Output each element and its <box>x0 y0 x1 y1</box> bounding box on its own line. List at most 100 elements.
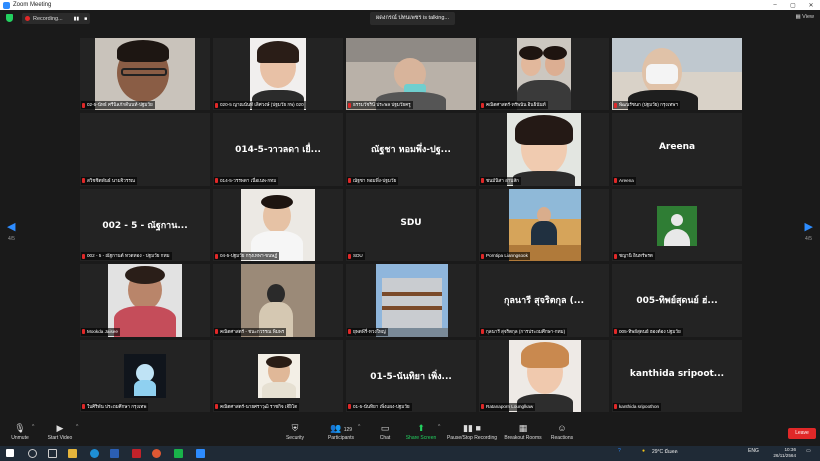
search-icon[interactable] <box>28 449 37 458</box>
participant-name-label: ยุพดพีรี่-ทวงใหญ่ <box>347 327 388 336</box>
minimize-button[interactable]: – <box>766 2 784 9</box>
participant-name-label: 014-5-วรรพดา เนื่อเนพ-กทม <box>214 176 279 185</box>
share-options-caret-icon[interactable]: ^ <box>438 424 440 430</box>
muted-mic-icon <box>614 102 617 108</box>
pause-recording-icon[interactable]: ▮▮ <box>74 16 80 22</box>
participant-name-label: 002 - 5 - ณัฐกานต์ ทวดทอง - ปฐมวัย กทม <box>81 252 172 261</box>
start-video-button[interactable]: ▶ Start Video <box>44 423 76 441</box>
participant-display-name: SDU <box>400 217 422 228</box>
participant-video <box>612 38 742 111</box>
muted-mic-icon <box>215 102 218 108</box>
muted-mic-icon <box>82 102 85 108</box>
participant-video <box>507 113 581 186</box>
participants-button[interactable]: 👥 129 Participants <box>324 423 358 441</box>
participant-tile[interactable]: คณิตศาสตร์-นายศราวุฒิ ราชกิจ เจ๊ยิโต <box>213 339 343 412</box>
breakout-rooms-button[interactable]: ▦ Breakout Rooms <box>503 423 543 441</box>
close-button[interactable]: ✕ <box>802 2 820 9</box>
participants-icon: 👥 129 <box>329 423 353 433</box>
meeting-toolbar: 🎙 Unmute ^ ▶ Start Video ^ ⛨ Security 👥 129… <box>0 420 820 446</box>
participant-name-label: Ratanaporn Lounglkaw <box>480 402 536 411</box>
participant-tile[interactable]: ชญานิ อินทร์พรต <box>612 188 742 262</box>
leave-button[interactable]: Leave <box>788 428 816 439</box>
participant-tile[interactable]: ณัฐชา หอมพึ่ง-ปฐ... ณัฐชา หอมพึ่ง-ปฐมวัย <box>346 113 476 186</box>
language-indicator[interactable]: ENG <box>748 448 759 454</box>
participant-tile[interactable]: 002 - 5 - ณัฐกาน... 002 - 5 - ณัฐกานต์ ท… <box>80 188 210 262</box>
participant-tile[interactable]: Porntipa Lianngsook <box>479 188 609 262</box>
participant-video <box>509 188 581 262</box>
participant-tile[interactable]: ใบศิริพัน ประถมศึกษา กรุงเทพ <box>80 339 210 412</box>
video-options-caret-icon[interactable]: ^ <box>76 424 78 430</box>
participant-video <box>346 38 476 111</box>
pause-stop-recording-button[interactable]: ▮▮ ■ Pause/Stop Recording <box>446 423 498 441</box>
task-view-icon[interactable] <box>48 449 57 458</box>
meeting-topbar: Recording... ▮▮ ■ ผดงกรณ์ ปทนเพชร is tal… <box>0 10 820 28</box>
participant-name-label: Mookda Jaisee <box>81 327 120 336</box>
zoom-taskbar-icon[interactable] <box>196 449 205 458</box>
word-icon[interactable] <box>110 449 119 458</box>
participant-tile[interactable]: 04-5-ปฐมวัย กรุงเทพฯ-ขนษฏ์ <box>213 188 343 262</box>
participant-tile[interactable]: 01-5-นันทิยา เพิ่ง... 01-5-นันทิยา เพิ่ง… <box>346 339 476 412</box>
participant-tile[interactable]: สวิชชิตพันธ์ นามจิวรรณ <box>80 113 210 186</box>
stop-recording-icon[interactable]: ■ <box>84 16 87 22</box>
encryption-shield-icon[interactable] <box>6 14 13 22</box>
participant-tile[interactable]: kanthida sripoot... kanthida sripoothon <box>612 339 742 412</box>
participant-tile[interactable]: Mookda Jaisee <box>80 264 210 337</box>
muted-mic-icon <box>215 178 218 184</box>
participant-video <box>241 264 315 337</box>
muted-mic-icon <box>481 329 484 335</box>
participant-tile[interactable]: Areena Areena <box>612 113 742 186</box>
participant-tile[interactable]: 014-5-วาวลดา เยื่... 014-5-วรรพดา เนื่อเ… <box>213 113 343 186</box>
participant-tile[interactable]: พัฒนรัชนก (ปฐมวัย) กรุงเทพฯ <box>612 38 742 111</box>
file-explorer-icon[interactable] <box>68 449 77 458</box>
participant-name-label: ณัฐชา หอมพึ่ง-ปฐมวัย <box>347 176 399 185</box>
acrobat-icon[interactable] <box>132 449 141 458</box>
video-off-icon: ▶ <box>56 423 64 433</box>
reactions-button[interactable]: ☺ Reactions <box>548 423 576 441</box>
breakout-rooms-icon: ▦ <box>518 423 528 433</box>
edge-browser-icon[interactable] <box>90 449 99 458</box>
participant-name-label: 020-5 ญาณนันท์ เลิศวงษ์ (ปฐมวัย กพ) 020 <box>214 101 306 110</box>
participant-video <box>258 353 300 398</box>
participant-tile[interactable]: ธรรมวัชรินี ประพล ปฐมวัยครู <box>346 38 476 111</box>
participant-tile[interactable]: Ratanaporn Lounglkaw <box>479 339 609 412</box>
next-page-arrow-icon[interactable]: ▶ <box>805 220 813 233</box>
line-app-icon[interactable] <box>174 449 183 458</box>
participant-name-label: 005-ทิพย์สุดนย์ ฮองต์อง ปฐมวัย <box>613 327 683 336</box>
weather-text[interactable]: 29°C มีแดด <box>652 448 678 456</box>
participant-tile[interactable]: ยุพดพีรี่-ทวงใหญ่ <box>346 264 476 337</box>
participant-display-name: 014-5-วาวลดา เยื่... <box>235 145 321 156</box>
help-icon[interactable]: ? <box>618 448 621 454</box>
participant-display-name: ณัฐชา หอมพึ่ง-ปฐ... <box>371 145 451 156</box>
participant-tile[interactable]: 005-ทิพย์สุดนย์ ฮ่... 005-ทิพย์สุดนย์ ฮอ… <box>612 264 742 337</box>
view-button[interactable]: ▦ View <box>795 14 814 20</box>
chat-button[interactable]: ▭ Chat <box>376 423 394 441</box>
participant-tile[interactable]: 020-5 ญาณนันท์ เลิศวงษ์ (ปฐมวัย กพ) 020 <box>213 38 343 111</box>
participants-options-caret-icon[interactable]: ^ <box>358 424 360 430</box>
maximize-button[interactable]: ▢ <box>784 2 802 9</box>
participant-name-label: ชนม์นิสา อาบสัก <box>480 176 521 185</box>
participant-tile[interactable]: SDU SDU <box>346 188 476 262</box>
unmute-button[interactable]: 🎙 Unmute <box>8 423 32 441</box>
notifications-icon[interactable]: ▭ <box>806 448 811 454</box>
participant-video <box>124 353 166 398</box>
muted-mic-icon <box>614 253 617 259</box>
participant-tile[interactable]: คณิตศาสตร์-ทรัพนัน อินธินันท์ <box>479 38 609 111</box>
muted-mic-icon <box>348 404 351 410</box>
participant-tile[interactable]: กุลนารี สุจริตกุล (... กุลนารี สุจริตกุล… <box>479 264 609 337</box>
share-screen-button[interactable]: ⬆ Share Screen <box>404 423 438 441</box>
participant-display-name: กุลนารี สุจริตกุล (... <box>503 296 585 307</box>
participant-tile[interactable]: คณิตศาสตร์ - ชนะกวรรณ พิมพร <box>213 264 343 337</box>
participant-name-label: ชญานิ อินทร์พรต <box>613 252 655 261</box>
muted-mic-icon <box>348 253 351 259</box>
weather-sun-icon: ● <box>642 448 646 454</box>
security-button[interactable]: ⛨ Security <box>282 423 308 441</box>
previous-page-arrow-icon[interactable]: ◀ <box>7 220 15 233</box>
chrome-icon[interactable] <box>152 449 161 458</box>
windows-start-icon[interactable] <box>6 449 14 457</box>
audio-options-caret-icon[interactable]: ^ <box>32 424 34 430</box>
muted-mic-icon <box>215 404 218 410</box>
participant-tile[interactable]: 02-5-นัทธ์ ศรีนิลภักดีนนท์-ปฐมวัย <box>80 38 210 111</box>
taskbar-clock[interactable]: 10:36 26/11/2564 <box>773 447 796 459</box>
participant-video <box>241 188 315 262</box>
participant-tile[interactable]: ชนม์นิสา อาบสัก <box>479 113 609 186</box>
